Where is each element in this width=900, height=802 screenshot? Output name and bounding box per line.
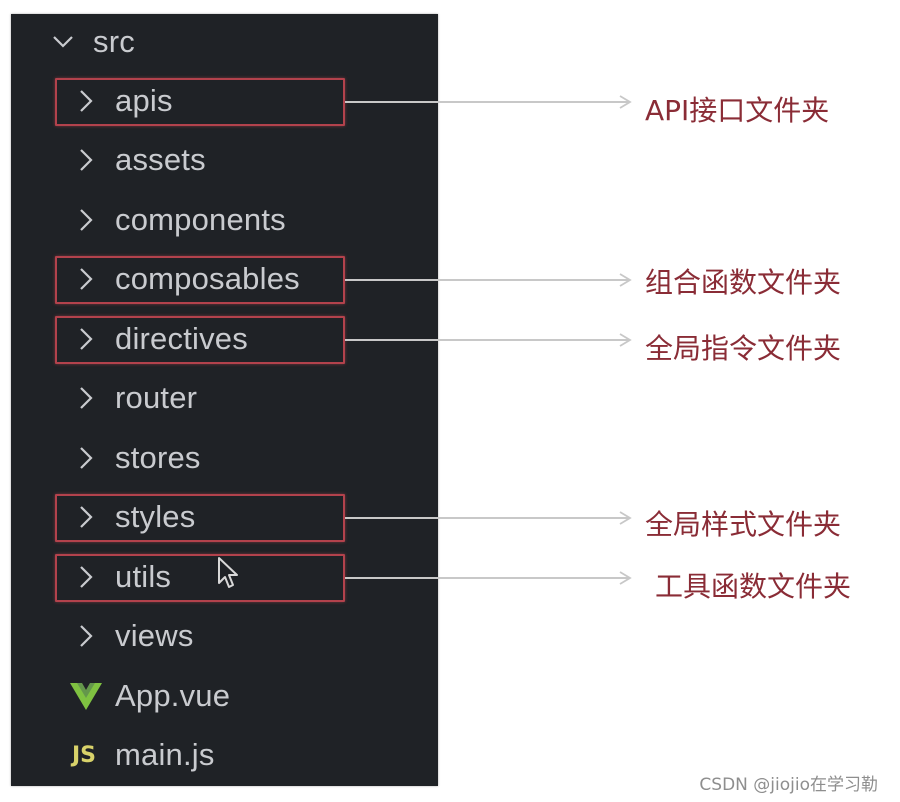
tree-item-label: assets [115,142,206,177]
annotation-connector-line [345,577,629,579]
annotation-connector-line [345,279,629,281]
arrow-head-icon [619,95,632,109]
annotation-connector-line [345,101,629,103]
chevron-right-icon [73,147,99,173]
tree-item-label: components [115,202,286,237]
arrow-head-icon [619,273,632,287]
annotation-label-directives: 全局指令文件夹 [645,332,842,365]
annotation-connector-line [345,517,629,519]
highlight-box-composables [55,256,345,304]
arrow-head-icon [619,511,632,525]
highlight-box-apis [55,78,345,126]
js-badge-text: JS [71,742,97,768]
annotation-label-styles: 全局样式文件夹 [645,508,842,541]
tree-item-label: views [115,618,194,653]
highlight-box-directives [55,316,345,364]
tree-item-router[interactable]: router [11,373,438,423]
chevron-right-icon [73,445,99,471]
tree-item-label: main.js [115,737,215,772]
watermark: CSDN @jiojio在学习勒 [699,775,878,795]
annotation-label-apis: API接口文件夹 [645,94,830,127]
tree-item-label: stores [115,440,201,475]
tree-item-views[interactable]: views [11,611,438,661]
tree-item-app-vue[interactable]: App.vue [11,671,438,721]
tree-item-label: src [93,24,135,59]
chevron-right-icon [73,623,99,649]
highlight-box-utils [55,554,345,602]
tree-item-label: router [115,380,198,415]
tree-item-main-js[interactable]: JS main.js [11,730,438,780]
highlight-box-styles [55,494,345,542]
mouse-cursor-icon [218,557,238,588]
annotation-label-utils: 工具函数文件夹 [655,570,852,603]
tree-item-label: App.vue [115,678,231,713]
vue-file-icon [69,683,103,710]
tree-item-assets[interactable]: assets [11,135,438,185]
chevron-down-icon [50,29,76,55]
arrow-head-icon [619,571,632,585]
tree-item-components[interactable]: components [11,195,438,245]
tree-item-src[interactable]: src [11,17,438,67]
tree-item-stores[interactable]: stores [11,433,438,483]
chevron-right-icon [73,207,99,233]
arrow-head-icon [619,333,632,347]
annotation-connector-line [345,339,629,341]
annotation-label-composables: 组合函数文件夹 [645,266,842,299]
js-file-icon: JS [67,742,101,768]
file-explorer-panel: src apis assets components composables direc… [11,14,438,786]
chevron-right-icon [73,385,99,411]
